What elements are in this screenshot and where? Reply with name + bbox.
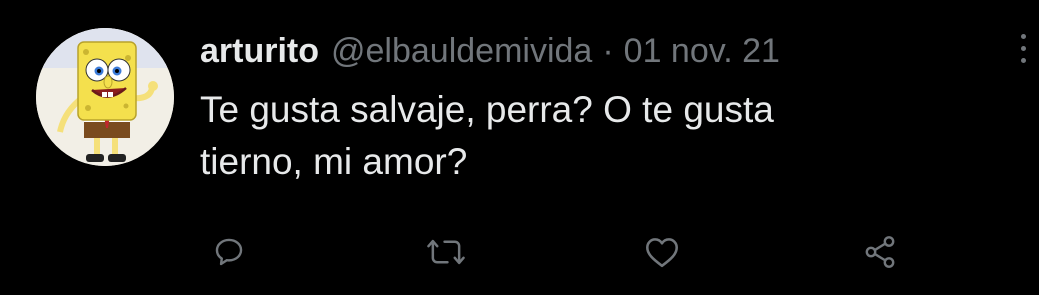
display-name[interactable]: arturito: [200, 26, 319, 76]
avatar[interactable]: [36, 28, 174, 166]
tweet: arturito @elbauldemivida · 01 nov. 21 Te…: [0, 0, 1039, 295]
tweet-header: arturito @elbauldemivida · 01 nov. 21: [200, 26, 780, 76]
tweet-date[interactable]: 01 nov. 21: [624, 26, 780, 76]
reply-icon: [215, 238, 243, 266]
retweet-icon: [427, 239, 465, 265]
user-handle[interactable]: @elbauldemivida: [331, 26, 592, 76]
more-options-icon[interactable]: [1014, 34, 1034, 68]
header-separator: ·: [602, 32, 614, 70]
spongebob-avatar-icon: [36, 28, 174, 166]
share-button[interactable]: [858, 230, 902, 274]
tweet-text: Te gusta salvaje, perra? O te gusta tier…: [200, 89, 774, 182]
reply-button[interactable]: [207, 230, 251, 274]
retweet-button[interactable]: [424, 230, 468, 274]
share-icon: [865, 236, 895, 268]
like-button[interactable]: [640, 230, 684, 274]
heart-icon: [646, 238, 678, 268]
